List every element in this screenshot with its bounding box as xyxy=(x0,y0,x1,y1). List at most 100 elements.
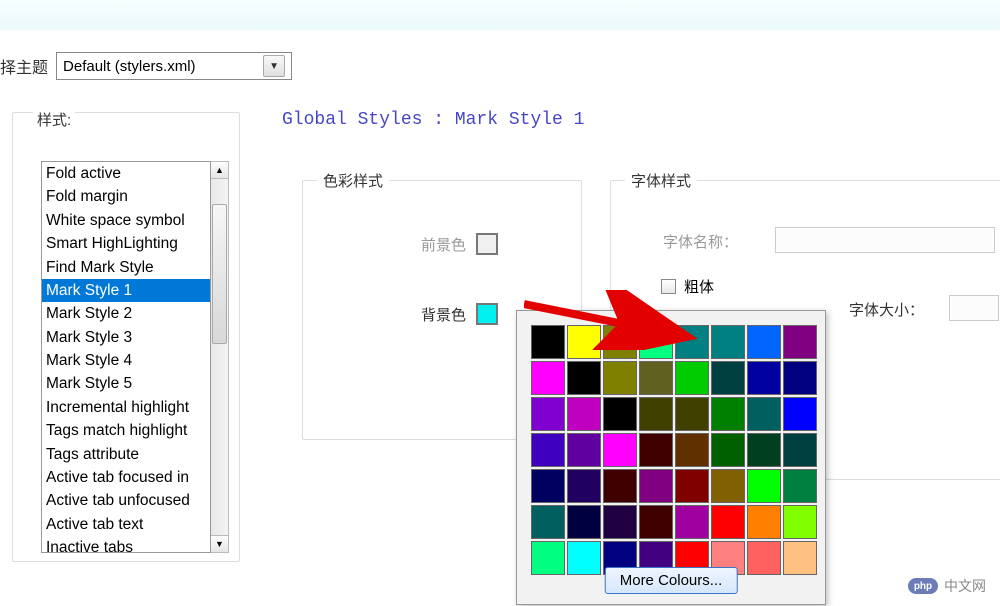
color-cell[interactable] xyxy=(603,505,637,539)
color-cell[interactable] xyxy=(783,361,817,395)
background-swatch[interactable] xyxy=(476,303,498,325)
page-title: Global Styles : Mark Style 1 xyxy=(270,110,1000,130)
color-cell[interactable] xyxy=(567,325,601,359)
color-cell[interactable] xyxy=(639,433,673,467)
color-cell[interactable] xyxy=(567,397,601,431)
color-cell[interactable] xyxy=(711,397,745,431)
color-cell[interactable] xyxy=(639,397,673,431)
styles-listbox[interactable]: Fold activeFold marginWhite space symbol… xyxy=(41,161,229,553)
scroll-up-icon[interactable]: ▲ xyxy=(211,162,228,179)
foreground-label: 前景色 xyxy=(421,234,466,255)
color-cell[interactable] xyxy=(783,397,817,431)
theme-select-value: Default (stylers.xml) xyxy=(63,58,196,75)
more-colours-button[interactable]: More Colours... xyxy=(605,567,738,594)
color-cell[interactable] xyxy=(639,361,673,395)
list-item[interactable]: Active tab focused in xyxy=(42,466,210,489)
list-item[interactable]: Mark Style 1 xyxy=(42,279,210,302)
color-cell[interactable] xyxy=(603,469,637,503)
list-item[interactable]: Tags attribute xyxy=(42,443,210,466)
list-item[interactable]: Find Mark Style xyxy=(42,256,210,279)
color-cell[interactable] xyxy=(711,325,745,359)
foreground-row: 前景色 xyxy=(421,233,498,255)
color-cell[interactable] xyxy=(747,505,781,539)
color-style-legend: 色彩样式 xyxy=(317,170,389,191)
color-picker-grid xyxy=(531,325,825,575)
color-cell[interactable] xyxy=(747,469,781,503)
color-cell[interactable] xyxy=(531,469,565,503)
color-cell[interactable] xyxy=(675,469,709,503)
list-item[interactable]: Inactive tabs xyxy=(42,536,210,553)
chevron-down-icon: ▼ xyxy=(263,55,285,77)
color-cell[interactable] xyxy=(783,505,817,539)
list-item[interactable]: Fold active xyxy=(42,162,210,185)
color-cell[interactable] xyxy=(711,505,745,539)
list-item[interactable]: Mark Style 5 xyxy=(42,372,210,395)
font-size-select[interactable] xyxy=(949,295,999,321)
color-cell[interactable] xyxy=(603,433,637,467)
color-cell[interactable] xyxy=(711,469,745,503)
list-item[interactable]: Mark Style 3 xyxy=(42,326,210,349)
font-name-select[interactable] xyxy=(775,227,995,253)
color-cell[interactable] xyxy=(747,361,781,395)
color-cell[interactable] xyxy=(567,541,601,575)
foreground-swatch[interactable] xyxy=(476,233,498,255)
color-cell[interactable] xyxy=(531,505,565,539)
title-bar xyxy=(0,0,1000,30)
php-logo-icon: php xyxy=(908,578,938,594)
color-cell[interactable] xyxy=(567,433,601,467)
scroll-down-icon[interactable]: ▼ xyxy=(211,535,228,552)
list-item[interactable]: Active tab text xyxy=(42,513,210,536)
color-cell[interactable] xyxy=(783,469,817,503)
theme-row: 择主题 Default (stylers.xml) ▼ xyxy=(0,52,292,80)
color-cell[interactable] xyxy=(567,505,601,539)
color-cell[interactable] xyxy=(567,361,601,395)
color-cell[interactable] xyxy=(531,325,565,359)
color-cell[interactable] xyxy=(603,325,637,359)
color-cell[interactable] xyxy=(603,397,637,431)
list-item[interactable]: Fold margin xyxy=(42,185,210,208)
background-row: 背景色 xyxy=(421,303,498,325)
color-cell[interactable] xyxy=(675,361,709,395)
color-cell[interactable] xyxy=(531,361,565,395)
color-cell[interactable] xyxy=(531,397,565,431)
styles-panel: 样式: Fold activeFold marginWhite space sy… xyxy=(12,112,240,562)
color-cell[interactable] xyxy=(783,433,817,467)
color-cell[interactable] xyxy=(711,361,745,395)
color-picker-popup: More Colours... xyxy=(516,310,826,605)
color-cell[interactable] xyxy=(567,469,601,503)
scrollbar[interactable]: ▲ ▼ xyxy=(211,161,229,553)
list-item[interactable]: Incremental highlight xyxy=(42,396,210,419)
color-cell[interactable] xyxy=(783,325,817,359)
color-cell[interactable] xyxy=(675,325,709,359)
color-cell[interactable] xyxy=(531,433,565,467)
color-cell[interactable] xyxy=(639,505,673,539)
color-cell[interactable] xyxy=(747,541,781,575)
font-size-label: 字体大小： xyxy=(849,299,924,320)
color-cell[interactable] xyxy=(639,469,673,503)
color-cell[interactable] xyxy=(675,397,709,431)
color-cell[interactable] xyxy=(711,433,745,467)
color-cell[interactable] xyxy=(747,325,781,359)
color-cell[interactable] xyxy=(603,361,637,395)
bold-checkbox-row[interactable]: 粗体 xyxy=(661,276,714,297)
color-cell[interactable] xyxy=(639,325,673,359)
list-item[interactable]: Smart HighLighting xyxy=(42,232,210,255)
styles-panel-label: 样式: xyxy=(33,109,75,130)
color-cell[interactable] xyxy=(747,397,781,431)
color-cell[interactable] xyxy=(747,433,781,467)
list-item[interactable]: Mark Style 2 xyxy=(42,302,210,325)
color-cell[interactable] xyxy=(783,541,817,575)
scroll-thumb[interactable] xyxy=(212,204,227,344)
color-cell[interactable] xyxy=(675,505,709,539)
list-item[interactable]: Active tab unfocused xyxy=(42,489,210,512)
list-item[interactable]: Tags match highlight xyxy=(42,419,210,442)
color-cell[interactable] xyxy=(675,433,709,467)
theme-label: 择主题 xyxy=(0,54,48,78)
bold-checkbox[interactable] xyxy=(661,279,676,294)
watermark-text: 中文网 xyxy=(944,576,986,596)
theme-select[interactable]: Default (stylers.xml) ▼ xyxy=(56,52,292,80)
font-name-label: 字体名称： xyxy=(663,231,738,252)
color-cell[interactable] xyxy=(531,541,565,575)
list-item[interactable]: White space symbol xyxy=(42,209,210,232)
list-item[interactable]: Mark Style 4 xyxy=(42,349,210,372)
